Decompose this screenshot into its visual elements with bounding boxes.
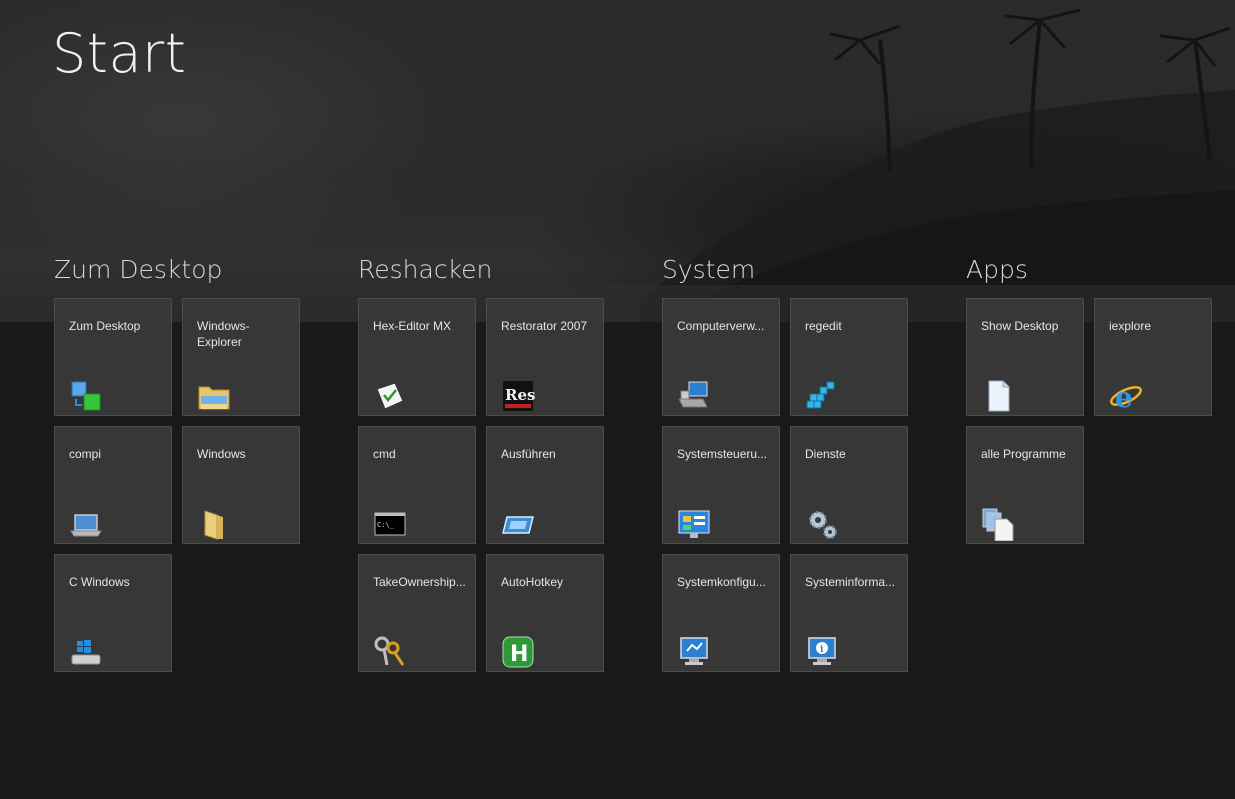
drive-windows-icon [69, 635, 103, 669]
tile-label: regedit [805, 319, 842, 333]
tile-label: alle Programme [981, 447, 1066, 461]
control-panel-icon [677, 507, 711, 541]
keys-icon [373, 635, 407, 669]
tile-label: cmd [373, 447, 396, 461]
tile-alle-programme[interactable]: alle Programme [966, 426, 1084, 544]
autohotkey-icon: H [501, 635, 535, 669]
tile-takeownership[interactable]: TakeOwnership... [358, 554, 476, 672]
tile-compi[interactable]: compi [54, 426, 172, 544]
tile-systemkonfiguration[interactable]: Systemkonfigu... [662, 554, 780, 672]
desktop-switch-icon [69, 379, 103, 413]
group-title-zum-desktop: Zum Desktop [54, 255, 223, 284]
system-config-icon [677, 635, 711, 669]
tile-label: Hex-Editor MX [373, 319, 452, 333]
tile-label: Windows-Explorer [197, 319, 250, 349]
hex-editor-icon [373, 379, 407, 413]
tile-label: Windows [197, 447, 246, 461]
laptop-icon [69, 507, 103, 541]
tile-windows[interactable]: Windows [182, 426, 300, 544]
tile-label: Show Desktop [981, 319, 1059, 333]
group-title-apps: Apps [966, 255, 1028, 284]
start-screen: Start Zum Desktop Zum Desktop Windows-Ex… [0, 0, 1235, 799]
tile-c-windows[interactable]: C Windows [54, 554, 172, 672]
tile-label: Restorator 2007 [501, 319, 588, 333]
tile-restorator-2007[interactable]: Restorator 2007 Res [486, 298, 604, 416]
tile-systemsteuerung[interactable]: Systemsteueru... [662, 426, 780, 544]
tile-iexplore[interactable]: iexplore e [1094, 298, 1212, 416]
tile-ausfuehren[interactable]: Ausführen [486, 426, 604, 544]
group-title-reshacken: Reshacken [358, 255, 493, 284]
programs-icon [981, 507, 1015, 541]
tile-label: Dienste [805, 447, 846, 461]
tile-label: Systemsteueru... [677, 447, 768, 461]
terminal-icon: C:\_ [373, 507, 407, 541]
gears-icon [805, 507, 839, 541]
tile-cmd[interactable]: cmd C:\_ [358, 426, 476, 544]
tile-label: AutoHotkey [501, 575, 564, 589]
tile-label: Ausführen [501, 447, 556, 461]
page-title: Start [52, 22, 187, 85]
tile-label: Zum Desktop [69, 319, 141, 333]
group-title-system: System [662, 255, 756, 284]
tile-hex-editor-mx[interactable]: Hex-Editor MX [358, 298, 476, 416]
tile-systeminformationen[interactable]: Systeminforma... i [790, 554, 908, 672]
internet-explorer-icon: e [1109, 379, 1143, 413]
system-info-icon: i [805, 635, 839, 669]
tile-label: iexplore [1109, 319, 1152, 333]
registry-icon [805, 379, 839, 413]
tile-label: Systemkonfigu... [677, 575, 766, 589]
tile-label: Systeminforma... [805, 575, 896, 589]
tile-show-desktop[interactable]: Show Desktop [966, 298, 1084, 416]
tile-label: compi [69, 447, 102, 461]
tile-zum-desktop[interactable]: Zum Desktop [54, 298, 172, 416]
tile-computerverwaltung[interactable]: Computerverw... [662, 298, 780, 416]
tile-label: Computerverw... [677, 319, 765, 333]
tile-dienste[interactable]: Dienste [790, 426, 908, 544]
svg-text:H: H [510, 642, 528, 667]
svg-text:i: i [820, 645, 824, 655]
computer-management-icon [677, 379, 711, 413]
svg-text:C:\_: C:\_ [377, 521, 395, 529]
svg-text:Res: Res [505, 386, 535, 404]
tile-label: TakeOwnership... [373, 575, 466, 589]
document-icon [981, 379, 1015, 413]
svg-text:e: e [1115, 381, 1133, 413]
tile-regedit[interactable]: regedit [790, 298, 908, 416]
tile-label: C Windows [69, 575, 130, 589]
tile-autohotkey[interactable]: AutoHotkey H [486, 554, 604, 672]
explorer-folder-icon [197, 379, 231, 413]
run-icon [501, 507, 535, 541]
tile-windows-explorer[interactable]: Windows-Explorer [182, 298, 300, 416]
res-icon: Res [501, 379, 535, 413]
folder-icon [197, 507, 231, 541]
